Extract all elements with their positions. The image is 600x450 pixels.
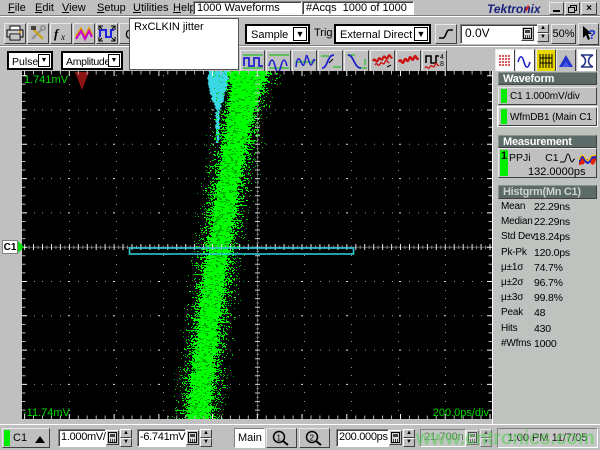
svg-text:2: 2 (310, 434, 315, 443)
svg-text:8: 8 (440, 61, 444, 68)
svg-text:4: 4 (440, 54, 444, 61)
svg-text:x: x (60, 32, 65, 42)
svg-text:?: ? (588, 27, 596, 42)
svg-text:1: 1 (277, 434, 282, 443)
svg-text:f: f (54, 26, 60, 41)
